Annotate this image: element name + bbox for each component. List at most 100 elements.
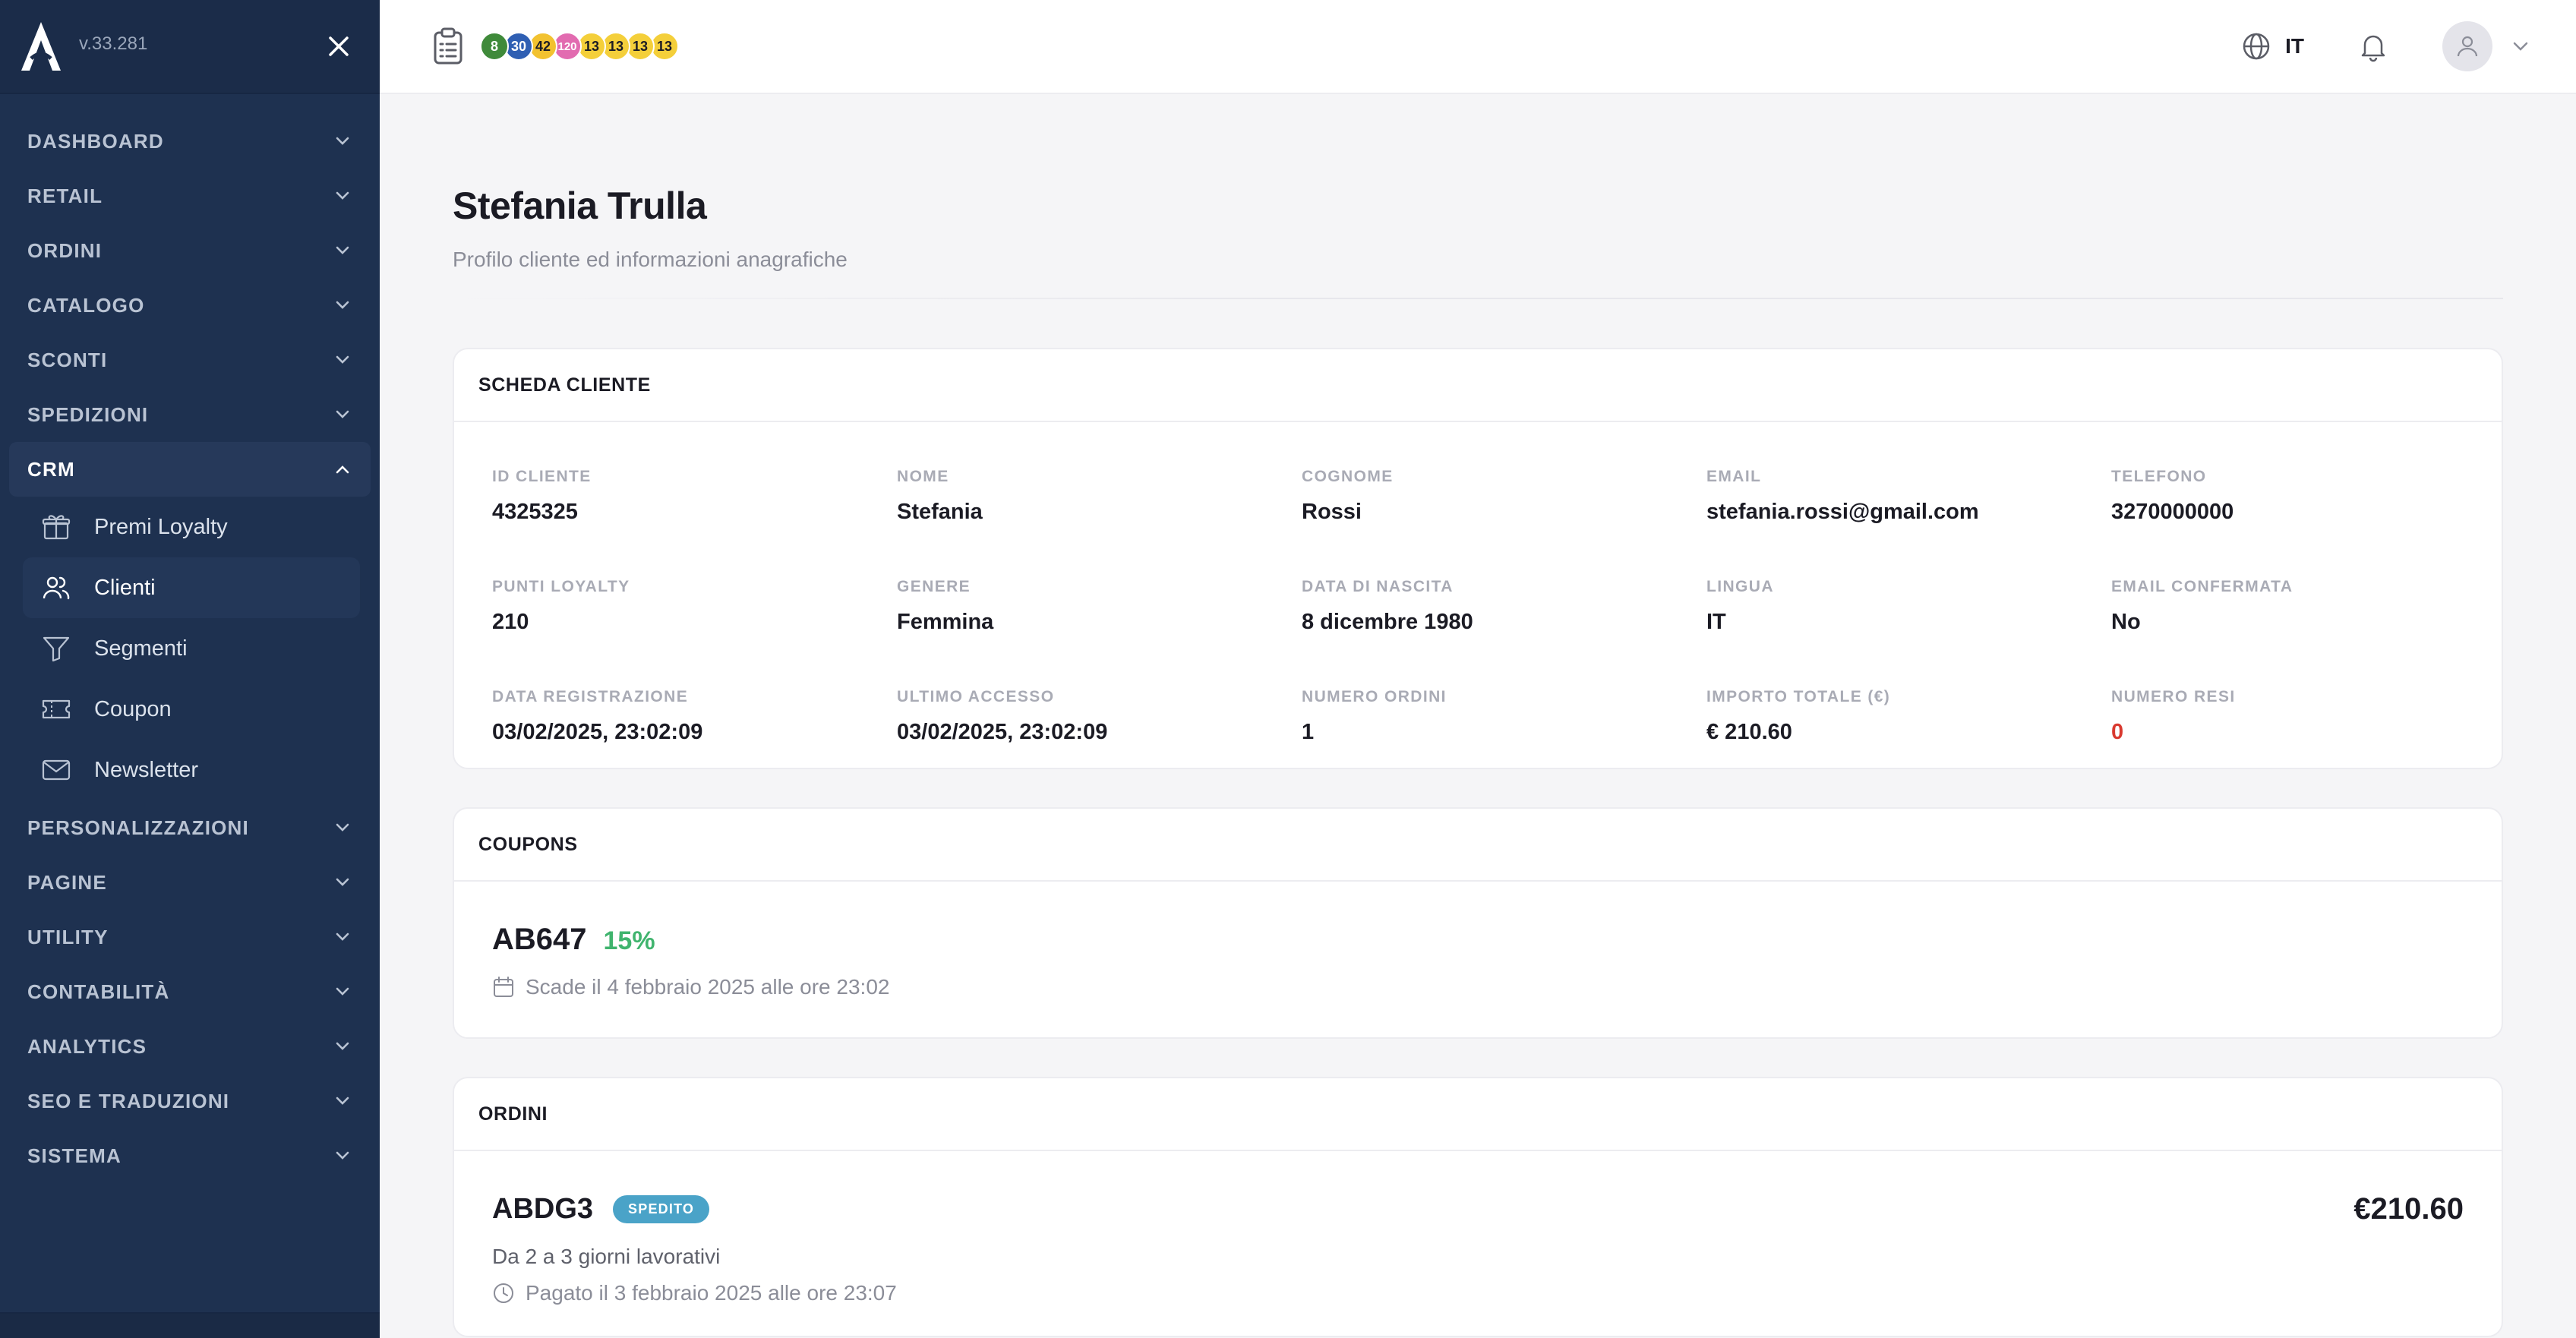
chevron-down-icon (336, 410, 349, 418)
sidebar-nav: DASHBOARD RETAIL ORDINI CATALOGO SCONTI SPEDI… (0, 94, 380, 1183)
sidebar-header: v.33.281 (0, 0, 380, 94)
order-shipping: Da 2 a 3 giorni lavorativi (492, 1245, 721, 1268)
app-version: v.33.281 (79, 33, 148, 54)
chevron-down-icon (336, 355, 349, 364)
sidebar-subitem-segmenti[interactable]: Segmenti (23, 618, 360, 679)
coupons-card-title: COUPONS (454, 809, 2502, 882)
field-value: 210 (492, 610, 529, 634)
sidebar-item-label: PERSONALIZZAZIONI (27, 816, 249, 839)
order-item[interactable]: ABDG3 SPEDITO €210.60 Da 2 a 3 giorni la… (454, 1151, 2502, 1336)
users-icon (43, 576, 70, 600)
order-code[interactable]: ABDG3 (492, 1193, 593, 1226)
sidebar-subitem-premi-loyalty[interactable]: Premi Loyalty (23, 497, 360, 557)
sidebar-subitem-label: Premi Loyalty (94, 514, 228, 539)
customer-field: ID CLIENTE 4325325 (492, 468, 897, 525)
field-label: ULTIMO ACCESSO (897, 688, 1055, 705)
field-label: DATA REGISTRAZIONE (492, 688, 689, 705)
coupon-expiry: Scade il 4 febbraio 2025 alle ore 23:02 (492, 975, 2464, 999)
sidebar-subitem-label: Coupon (94, 696, 172, 721)
sidebar-item-sistema[interactable]: SISTEMA (9, 1128, 371, 1183)
clipboard-list-icon[interactable] (431, 27, 465, 65)
sidebar-item-label: SCONTI (27, 348, 108, 371)
customer-field: NUMERO ORDINI 1 (1302, 688, 1706, 745)
chevron-up-icon (336, 465, 349, 474)
field-value: IT (1706, 610, 1726, 634)
field-label: EMAIL CONFERMATA (2111, 578, 2293, 595)
bell-icon[interactable] (2357, 30, 2389, 62)
page-title: Stefania Trulla (453, 185, 707, 227)
close-sidebar-button[interactable] (324, 31, 354, 62)
customer-field: DATA DI NASCITA 8 dicembre 1980 (1302, 578, 1706, 635)
chevron-down-icon[interactable] (2511, 36, 2530, 56)
sidebar-item-crm[interactable]: CRM (9, 442, 371, 497)
field-value: 4325325 (492, 500, 578, 524)
field-value: Stefania (897, 500, 983, 524)
coupon-item[interactable]: AB647 15% Scade il 4 febbraio 2025 alle … (454, 882, 2502, 1037)
field-label: LINGUA (1706, 578, 1774, 595)
field-value: 3270000000 (2111, 500, 2234, 524)
field-label: GENERE (897, 578, 971, 595)
chevron-down-icon (336, 137, 349, 145)
language-selector[interactable]: IT (2241, 31, 2304, 62)
field-value: No (2111, 610, 2141, 634)
sidebar-footer (0, 1312, 380, 1338)
sidebar-subitem-label: Segmenti (94, 636, 188, 661)
chevron-down-icon (336, 1042, 349, 1050)
sidebar-item-ordini[interactable]: ORDINI (9, 223, 371, 278)
customer-field: GENERE Femmina (897, 578, 1302, 635)
sidebar-item-label: SPEDIZIONI (27, 402, 149, 426)
field-value: Femmina (897, 610, 994, 634)
field-value: 1 (1302, 720, 1315, 744)
chevron-down-icon (336, 246, 349, 254)
coupon-expiry-text: Scade il 4 febbraio 2025 alle ore 23:02 (526, 975, 890, 999)
order-payment-text: Pagato il 3 febbraio 2025 alle ore 23:07 (526, 1281, 897, 1305)
field-value: Rossi (1302, 500, 1362, 524)
count-badge[interactable]: 8 (480, 32, 509, 61)
orders-card-title: ORDINI (454, 1078, 2502, 1151)
sidebar-subitem-coupon[interactable]: Coupon (23, 679, 360, 740)
sidebar-item-spedizioni[interactable]: SPEDIZIONI (9, 387, 371, 442)
sidebar-item-personalizzazioni[interactable]: PERSONALIZZAZIONI (9, 800, 371, 855)
page-subtitle: Profilo cliente ed informazioni anagrafi… (453, 248, 848, 271)
sidebar-item-sconti[interactable]: SCONTI (9, 333, 371, 387)
customer-field: ULTIMO ACCESSO 03/02/2025, 23:02:09 (897, 688, 1302, 745)
sidebar-item-dashboard[interactable]: DASHBOARD (9, 114, 371, 169)
sidebar-item-utility[interactable]: UTILITY (9, 910, 371, 964)
chevron-down-icon (336, 932, 349, 941)
sidebar-subitem-newsletter[interactable]: Newsletter (23, 740, 360, 800)
sidebar-item-analytics[interactable]: ANALYTICS (9, 1019, 371, 1074)
field-value: 03/02/2025, 23:02:09 (897, 720, 1108, 744)
field-label: NOME (897, 468, 949, 485)
globe-icon (2243, 33, 2270, 60)
language-code: IT (2285, 34, 2304, 58)
customer-field: EMAIL stefania.rossi@gmail.com (1706, 468, 2111, 525)
customer-field: TELEFONO 3270000000 (2111, 468, 2516, 525)
field-value: € 210.60 (1706, 720, 1792, 744)
field-label: ID CLIENTE (492, 468, 592, 485)
filter-icon (43, 636, 70, 662)
field-value: 03/02/2025, 23:02:09 (492, 720, 703, 744)
sidebar-item-catalogo[interactable]: CATALOGO (9, 278, 371, 333)
user-avatar[interactable] (2442, 21, 2492, 71)
sidebar-item-label: SISTEMA (27, 1144, 122, 1167)
sidebar-item-pagine[interactable]: PAGINE (9, 855, 371, 910)
chevron-down-icon (336, 301, 349, 309)
sidebar-item-seo-e-traduzioni[interactable]: SEO E TRADUZIONI (9, 1074, 371, 1128)
sidebar-subitem-clienti[interactable]: Clienti (23, 557, 360, 618)
sidebar-item-label: DASHBOARD (27, 129, 164, 153)
field-label: NUMERO RESI (2111, 688, 2236, 705)
chevron-down-icon (336, 823, 349, 832)
order-status-badge: SPEDITO (613, 1195, 710, 1223)
topbar-actions: IT (2241, 21, 2530, 71)
calendar-icon (494, 977, 513, 997)
ticket-icon (42, 699, 71, 719)
sidebar: v.33.281 DASHBOARD RETAIL ORDINI CATALOGO SC… (0, 0, 380, 1338)
customer-field: NOME Stefania (897, 468, 1302, 525)
sidebar-item-label: PAGINE (27, 870, 107, 894)
sidebar-item-contabilità[interactable]: CONTABILITÀ (9, 964, 371, 1019)
sidebar-item-retail[interactable]: RETAIL (9, 169, 371, 223)
clock-icon (494, 1283, 513, 1303)
mail-icon (42, 759, 71, 781)
customer-field: NUMERO RESI 0 (2111, 688, 2516, 745)
brand-logo-icon[interactable] (18, 19, 64, 74)
